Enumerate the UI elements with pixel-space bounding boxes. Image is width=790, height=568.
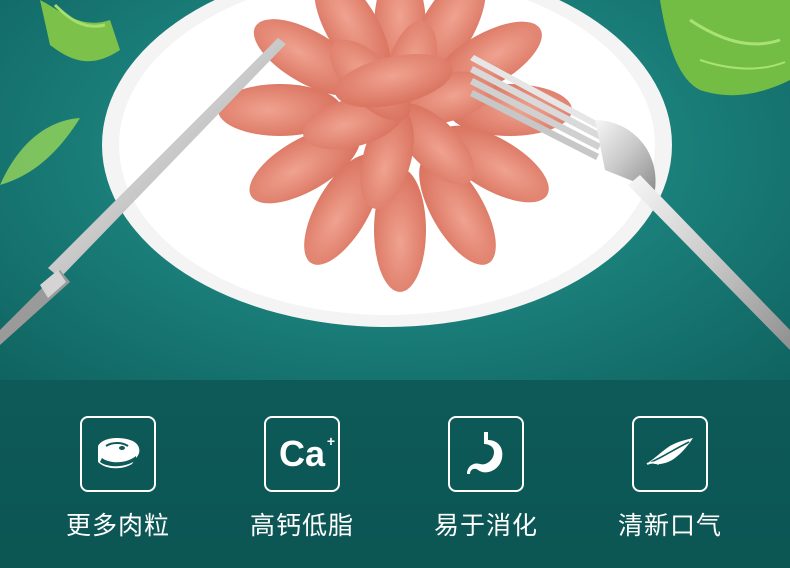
feature-label: 高钙低脂 (249, 511, 354, 540)
feature-high-calcium: Ca + 高钙低脂 (212, 416, 392, 546)
feature-label: 清新口气 (617, 511, 722, 540)
feature-icon-box (448, 416, 524, 492)
lettuce-left (40, 0, 120, 62)
calcium-icon-text: Ca (278, 433, 326, 474)
hero-image (0, 0, 790, 380)
feature-label: 更多肉粒 (65, 511, 170, 540)
feature-section: 更多肉粒 Ca + 高钙低脂 易于消化 清新口气 (0, 380, 790, 568)
feature-more-meat: 更多肉粒 (28, 416, 208, 546)
feature-label: 易于消化 (433, 511, 538, 540)
feature-fresh-breath: 清新口气 (580, 416, 760, 546)
sausage-plate-illustration (0, 0, 790, 350)
small-leaf (0, 118, 80, 185)
feature-easy-digest: 易于消化 (396, 416, 576, 546)
stomach-icon (467, 432, 503, 474)
calcium-icon: Ca + (278, 433, 336, 474)
leaf-icon (646, 438, 693, 465)
feature-icon-box (80, 416, 156, 492)
meat-icon (98, 438, 140, 469)
feature-icon-box: Ca + (264, 416, 340, 492)
lettuce-right (660, 0, 790, 96)
feature-icon-box (632, 416, 708, 492)
